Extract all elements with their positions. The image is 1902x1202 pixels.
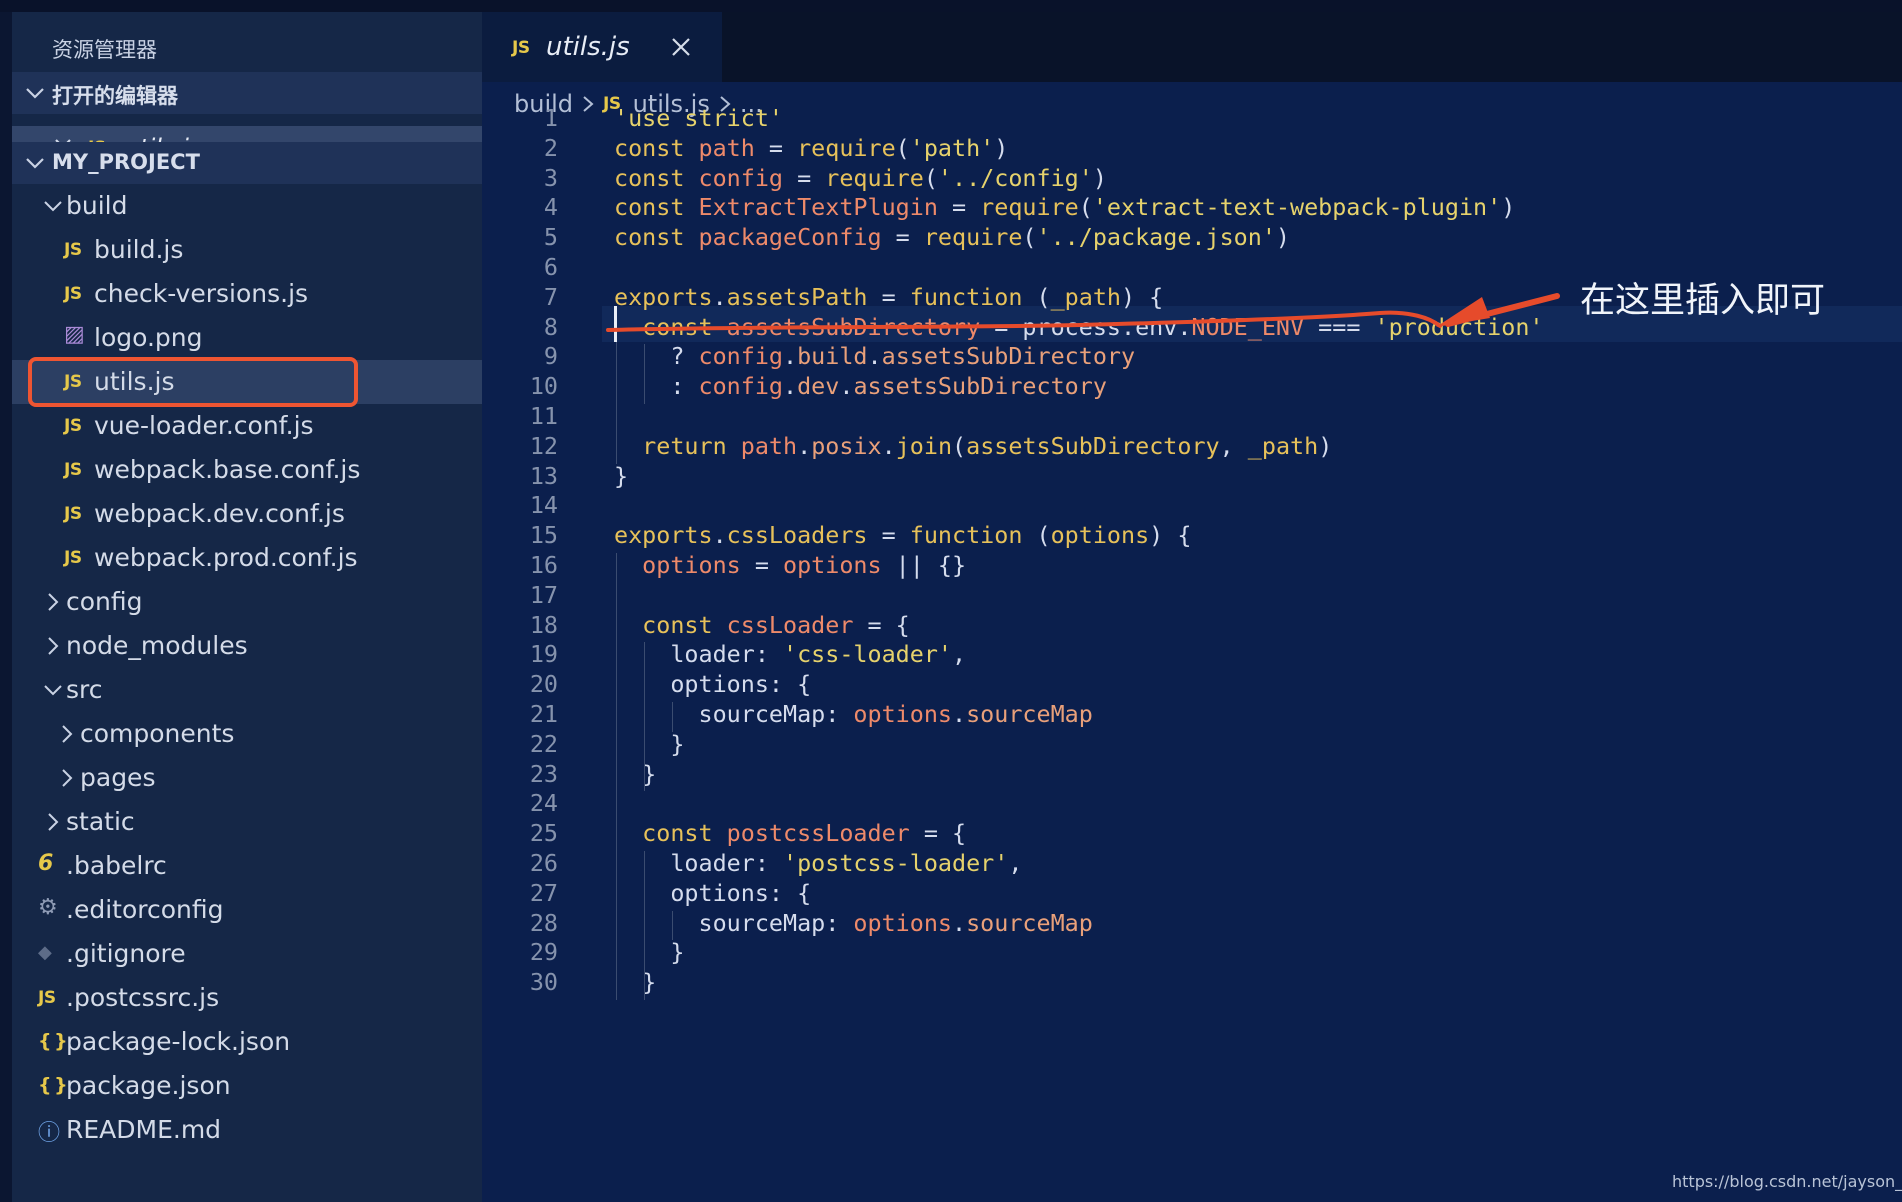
annotation-text: 在这里插入即可: [1580, 281, 1826, 321]
annotation-arrow: [606, 293, 1560, 332]
watermark: https://blog.csdn.net/jayson_hk: [1672, 1172, 1902, 1191]
